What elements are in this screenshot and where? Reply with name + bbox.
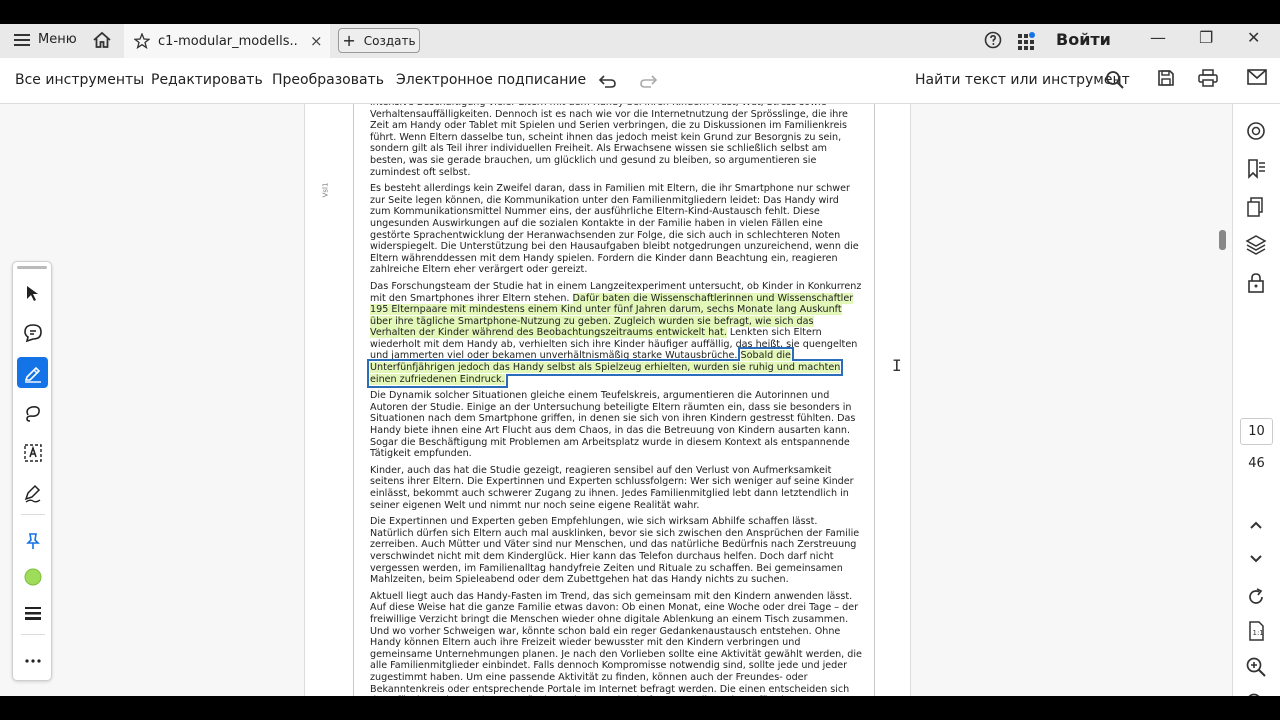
actual-size-icon[interactable]: 1:1 [1245, 620, 1267, 642]
page-number-input[interactable]: 10 [1240, 418, 1273, 445]
tab-close-icon[interactable]: × [310, 32, 323, 50]
menu-label: Меню [38, 32, 77, 47]
sign-tool-icon[interactable] [17, 477, 48, 508]
vertical-scrollbar[interactable] [1219, 230, 1226, 250]
text-cursor-icon: I [892, 356, 902, 375]
home-button[interactable] [92, 30, 112, 50]
create-button[interactable]: + Создать [338, 28, 420, 53]
right-rail: 1:1 [1232, 104, 1280, 696]
lock-icon[interactable] [1245, 272, 1267, 294]
close-window-button[interactable]: ✕ [1247, 28, 1260, 47]
apps-icon[interactable] [1017, 31, 1037, 51]
search-icon[interactable] [1105, 70, 1125, 90]
more-options-icon[interactable] [17, 645, 48, 676]
paragraph-5: Kinder, auch das hat die Studie gezeigt,… [370, 464, 854, 511]
all-tools-link[interactable]: Все инструменты [15, 72, 144, 88]
home-icon [92, 30, 112, 50]
color-swatch[interactable] [17, 561, 48, 592]
undo-icon[interactable] [596, 70, 618, 90]
page-down-icon[interactable] [1245, 548, 1267, 570]
panel-drag-handle[interactable] [17, 266, 47, 269]
help-icon[interactable] [984, 31, 1002, 49]
edit-link[interactable]: Редактировать [151, 72, 263, 88]
svg-text:1:1: 1:1 [1253, 629, 1264, 637]
page-side-mark: Vsl1 [321, 182, 330, 198]
maximize-button[interactable]: ❐ [1199, 28, 1213, 47]
convert-link[interactable]: Преобразовать [272, 72, 384, 88]
tab-title: c1-modular_modells... [158, 33, 298, 49]
mail-icon[interactable] [1247, 69, 1267, 85]
print-icon[interactable] [1198, 69, 1218, 87]
app-window: Меню c1-modular_modells... × + Создать В… [0, 24, 1280, 696]
select-tool-icon[interactable] [17, 277, 48, 308]
draw-tool-icon[interactable] [17, 397, 48, 428]
esign-link[interactable]: Электронное подписание [396, 72, 586, 88]
line-weight-icon[interactable] [17, 597, 48, 628]
pin-icon[interactable] [17, 525, 48, 556]
comment-tool-icon[interactable] [17, 317, 48, 348]
zoom-in-icon[interactable] [1245, 656, 1267, 678]
save-icon[interactable] [1157, 69, 1175, 87]
annotation-tool-panel [12, 261, 52, 681]
redo-icon[interactable] [638, 70, 660, 90]
plus-icon: + [342, 31, 356, 50]
highlight-tool-icon[interactable] [17, 357, 48, 388]
menu-button[interactable]: Меню [14, 32, 77, 47]
bookmark-icon[interactable] [1245, 158, 1267, 180]
paragraph-1: intensive Beschäftigung vieler Eltern mi… [370, 104, 848, 178]
tab-document[interactable]: c1-modular_modells... × [124, 24, 330, 58]
paragraph-2: Es besteht allerdings kein Zweifel daran… [370, 183, 859, 276]
text-box-tool-icon[interactable] [17, 437, 48, 468]
paragraph-4: Die Dynamik solcher Situationen gleiche … [370, 390, 856, 460]
tab-bar: Меню c1-modular_modells... × + Создать В… [0, 24, 1280, 58]
paragraph-6: Die Expertinnen und Experten geben Empfe… [370, 516, 860, 586]
minimize-button[interactable]: — [1150, 28, 1166, 47]
create-label: Создать [363, 33, 416, 48]
paragraph-3: Das Forschungsteam der Studie hat in ein… [366, 281, 862, 388]
pages-icon[interactable] [1245, 196, 1267, 218]
ai-assistant-icon[interactable] [1245, 120, 1267, 142]
main-toolbar: Все инструменты Редактировать Преобразов… [0, 58, 1280, 104]
zoom-out-icon[interactable] [1245, 692, 1267, 696]
page-total: 46 [1248, 456, 1265, 471]
document-workspace[interactable]: Vsl1 intensive Beschäftigung vieler Elte… [0, 104, 1232, 696]
signin-button[interactable]: Войти [1056, 30, 1111, 49]
rotate-icon[interactable] [1245, 586, 1267, 608]
find-tool-link[interactable]: Найти текст или инструмент [915, 72, 1130, 88]
document-text[interactable]: intensive Beschäftigung vieler Eltern mi… [366, 104, 862, 696]
menu-icon [14, 33, 30, 47]
page-up-icon[interactable] [1245, 514, 1267, 536]
star-icon[interactable] [134, 33, 150, 49]
layers-icon[interactable] [1245, 234, 1267, 256]
paragraph-7: Aktuell liegt auch das Handy-Fasten im T… [370, 590, 862, 696]
